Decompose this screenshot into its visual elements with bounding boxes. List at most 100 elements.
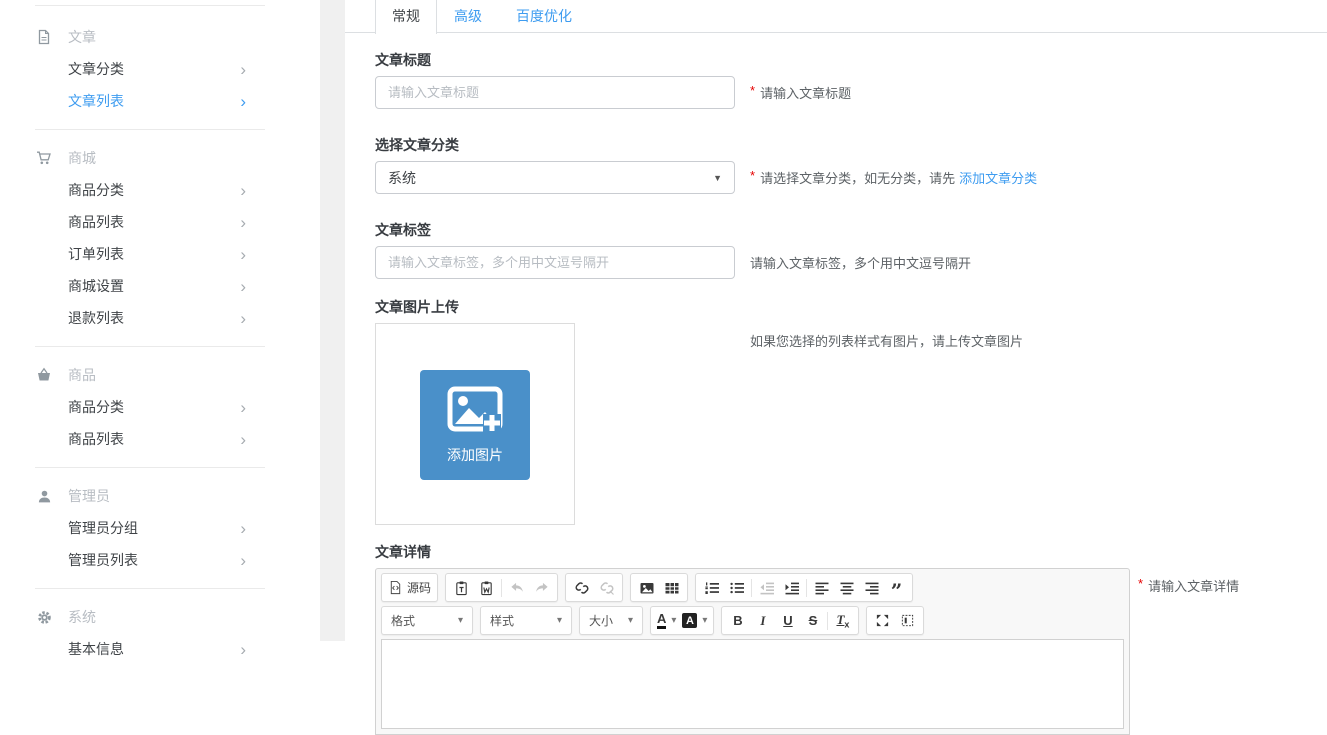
chevron-right-icon: › <box>240 641 246 658</box>
show-blocks-button[interactable] <box>895 608 920 633</box>
font-size-dropdown-label: 大小 <box>589 612 613 629</box>
sidebar-item-label: 退款列表 <box>68 308 124 328</box>
blockquote-button[interactable]: ” <box>884 575 909 600</box>
undo-icon <box>509 580 525 595</box>
add-category-link[interactable]: 添加文章分类 <box>959 168 1037 187</box>
hint-text: 请输入文章标签，多个用中文逗号隔开 <box>750 253 971 272</box>
tab-label: 百度优化 <box>516 8 572 24</box>
article-form: 文章标题 * 请输入文章标题 选择文章分类 系统 ▼ * 请选择文章分类，如无分… <box>345 50 1327 735</box>
unlink-button[interactable] <box>594 575 619 600</box>
article-tags-input[interactable] <box>375 246 735 279</box>
paste-from-word-button[interactable] <box>474 575 499 600</box>
undo-button[interactable] <box>504 575 529 600</box>
underline-button[interactable]: U <box>775 608 800 633</box>
article-image-label: 文章图片上传 <box>375 297 1327 317</box>
text-color-button[interactable]: A ▾ <box>654 608 679 633</box>
bulleted-list-icon <box>729 580 745 596</box>
sidebar-item-mall-settings[interactable]: 商城设置 › <box>0 270 320 302</box>
required-asterisk: * <box>1138 576 1143 591</box>
toolbar-separator <box>751 579 752 597</box>
hint-text: 如果您选择的列表样式有图片，请上传文章图片 <box>750 331 1023 350</box>
font-size-dropdown[interactable]: 大小 ▾ <box>583 608 639 633</box>
redo-button[interactable] <box>529 575 554 600</box>
sidebar-item-article-category[interactable]: 文章分类 › <box>0 53 320 85</box>
hint-text: 请输入文章详情 <box>1148 576 1239 595</box>
add-image-button[interactable]: 添加图片 <box>420 370 530 480</box>
source-code-button[interactable]: 源码 <box>385 575 434 600</box>
required-asterisk: * <box>750 83 755 98</box>
paste-as-text-button[interactable] <box>449 575 474 600</box>
sidebar-item-label: 管理员列表 <box>68 550 138 570</box>
tab-general[interactable]: 常规 <box>375 0 437 34</box>
sidebar-item-admin-list[interactable]: 管理员列表 › <box>0 544 320 576</box>
rich-text-editor: 源码 <box>375 568 1130 735</box>
insert-table-button[interactable] <box>659 575 684 600</box>
increase-indent-button[interactable] <box>779 575 804 600</box>
article-category-select[interactable]: 系统 ▼ <box>375 161 735 194</box>
sidebar-item-label: 商城设置 <box>68 276 124 296</box>
hint-text: 请选择文章分类，如无分类，请先 <box>760 168 955 187</box>
align-left-button[interactable] <box>809 575 834 600</box>
italic-button[interactable]: I <box>750 608 775 633</box>
sidebar-item-order-list[interactable]: 订单列表 › <box>0 238 320 270</box>
bulleted-list-button[interactable] <box>724 575 749 600</box>
sidebar-item-article-list[interactable]: 文章列表 › <box>0 85 320 117</box>
numbered-list-button[interactable] <box>699 575 724 600</box>
article-image-upload-area[interactable]: 添加图片 <box>375 323 575 525</box>
align-right-icon <box>864 580 880 596</box>
redo-icon <box>534 580 550 595</box>
maximize-button[interactable] <box>870 608 895 633</box>
caret-down-icon: ▾ <box>671 615 676 626</box>
sidebar-item-label: 商品分类 <box>68 397 124 417</box>
cart-icon <box>35 149 53 167</box>
source-code-icon <box>388 580 407 595</box>
format-dropdown-label: 格式 <box>391 612 415 629</box>
blockquote-icon: ” <box>891 586 903 596</box>
chevron-right-icon: › <box>240 552 246 569</box>
link-button[interactable] <box>569 575 594 600</box>
divider <box>35 129 265 130</box>
remove-format-icon: Tx <box>836 612 849 630</box>
styles-dropdown-label: 样式 <box>490 612 514 629</box>
caret-down-icon: ▾ <box>458 615 463 626</box>
tab-label: 常规 <box>392 8 420 24</box>
sidebar-item-label: 文章列表 <box>68 91 124 111</box>
strikethrough-button[interactable]: S <box>800 608 825 633</box>
article-detail-label: 文章详情 <box>375 542 1327 562</box>
background-color-button[interactable]: A ▾ <box>679 608 710 633</box>
sidebar-item-goods-category[interactable]: 商品分类 › <box>0 174 320 206</box>
align-center-button[interactable] <box>834 575 859 600</box>
content-gutter <box>320 0 345 641</box>
align-right-button[interactable] <box>859 575 884 600</box>
paste-text-icon <box>454 580 469 596</box>
sidebar-item-refund-list[interactable]: 退款列表 › <box>0 302 320 334</box>
sidebar-item-product-category[interactable]: 商品分类 › <box>0 391 320 423</box>
bold-button[interactable]: B <box>725 608 750 633</box>
tab-baidu-seo[interactable]: 百度优化 <box>499 0 589 32</box>
sidebar-item-basic-info[interactable]: 基本信息 › <box>0 633 320 665</box>
hint-text: 请输入文章标题 <box>760 83 851 102</box>
sidebar-item-product-list[interactable]: 商品列表 › <box>0 423 320 455</box>
maximize-icon <box>875 613 890 628</box>
sidebar-section-label: 商品 <box>68 365 96 385</box>
align-center-icon <box>839 580 855 596</box>
caret-down-icon: ▾ <box>628 615 633 626</box>
format-dropdown[interactable]: 格式 ▾ <box>385 608 469 633</box>
outdent-icon <box>759 580 775 596</box>
document-icon <box>35 28 53 46</box>
sidebar-item-admin-groups[interactable]: 管理员分组 › <box>0 512 320 544</box>
editor-content-area[interactable] <box>381 639 1124 729</box>
sidebar-section-admin: 管理员 <box>0 480 320 512</box>
tab-advanced[interactable]: 高级 <box>437 0 499 32</box>
decrease-indent-button[interactable] <box>754 575 779 600</box>
remove-format-button[interactable]: Tx <box>830 608 855 633</box>
sidebar-section-label: 管理员 <box>68 486 110 506</box>
caret-down-icon: ▼ <box>713 173 722 183</box>
table-icon <box>664 580 680 596</box>
article-tags-hint: 请输入文章标签，多个用中文逗号隔开 <box>750 253 971 272</box>
sidebar-item-goods-list[interactable]: 商品列表 › <box>0 206 320 238</box>
divider <box>35 467 265 468</box>
insert-image-button[interactable] <box>634 575 659 600</box>
article-title-input[interactable] <box>375 76 735 109</box>
styles-dropdown[interactable]: 样式 ▾ <box>484 608 568 633</box>
